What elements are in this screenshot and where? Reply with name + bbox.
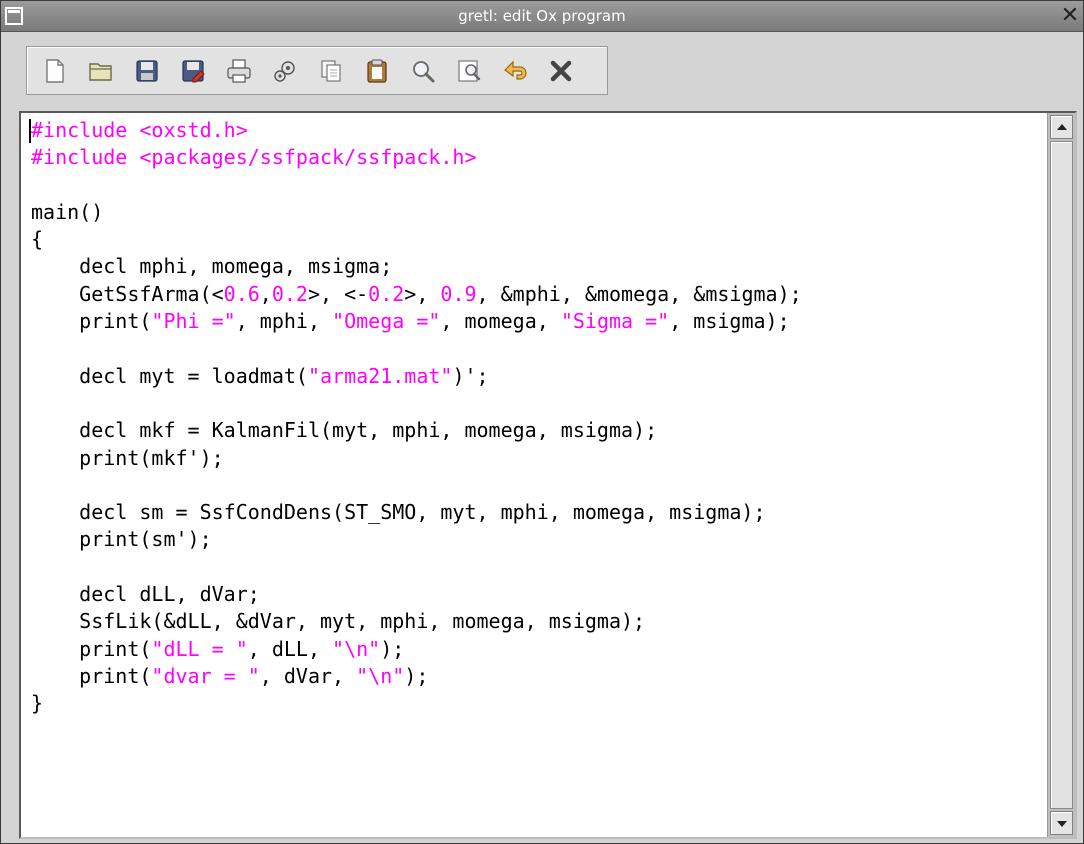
paste-button[interactable] [359,53,395,89]
preprocessor-token: #include <oxstd.h> [31,118,248,142]
string-token: "Omega =" [332,309,441,334]
new-file-icon [46,58,64,83]
code-editor[interactable]: #include <oxstd.h> #include <packages/ssf… [19,111,1077,839]
new-file-button[interactable] [37,53,73,89]
code-line: print(mkf'); [31,445,1035,472]
code-token: print(sm'); [31,527,212,552]
code-token: { [31,227,44,252]
undo-icon [504,60,527,80]
code-line: GetSsfArma(<0.6,0.2>, <-0.2>, 0.9, &mphi… [31,281,1035,308]
code-token: , dVar, [259,663,357,688]
preprocessor-token: #include <packages/ssfpack/ssfpack.h> [31,145,477,170]
code-token: , mphi, [235,309,333,334]
scroll-thumb[interactable] [1050,141,1073,809]
code-token: GetSsfArma(< [31,281,224,306]
string-token: "\n" [356,663,405,688]
code-line: { [31,226,1035,253]
run-button[interactable] [267,53,303,89]
string-token: "dLL = " [151,636,248,661]
copy-button[interactable] [313,53,349,89]
code-line: decl mphi, momega, msigma; [31,253,1035,280]
string-token: "Phi =" [151,309,236,334]
code-token: ); [380,636,405,661]
code-line: decl sm = SsfCondDens(ST_SMO, myt, mphi,… [31,499,1035,526]
code-line: print("dLL = ", dLL, "\n"); [31,636,1035,663]
code-token: print( [31,663,152,688]
string-token: 0.9 [440,281,477,306]
window-close-button[interactable]: ✕ [1059,4,1081,28]
code-line: print("dvar = ", dVar, "\n"); [31,663,1035,690]
code-token: decl sm = SsfCondDens(ST_SMO, myt, mphi,… [31,500,766,525]
code-token: decl mphi, momega, msigma; [31,254,393,279]
open-button[interactable] [83,53,119,89]
save-as-icon [182,59,205,82]
code-line: decl myt = loadmat("arma21.mat")'; [31,363,1035,390]
string-token: "arma21.mat" [307,363,453,388]
code-line: } [31,690,1035,717]
code-token: print(mkf'); [31,445,224,470]
string-token: "\n" [332,636,381,661]
code-line: decl dLL, dVar; [31,581,1035,608]
code-token: SsfLik(&dLL, &dVar, myt, mphi, momega, m… [31,609,646,634]
code-token: decl mkf = KalmanFil(myt, mphi, momega, … [31,418,658,443]
code-line: #include <packages/ssfpack/ssfpack.h> [31,144,1035,171]
scroll-down-button[interactable] [1050,811,1073,835]
code-line: print("Phi =", mphi, "Omega =", momega, … [31,308,1035,335]
code-token: print( [31,309,152,334]
replace-icon [458,59,481,82]
find-button[interactable] [405,53,441,89]
replace-button[interactable] [451,53,487,89]
undo-button[interactable] [497,53,533,89]
code-line: main() [31,199,1035,226]
title-bar[interactable]: gretl: edit Ox program ✕ [1,1,1083,32]
code-token: )'; [452,363,489,388]
code-line: SsfLik(&dLL, &dVar, myt, mphi, momega, m… [31,608,1035,635]
string-token: 0.2 [368,281,405,306]
string-token: 0.2 [271,281,308,306]
code-token: >, [404,281,441,306]
code-token: decl myt = loadmat( [31,363,308,388]
close-icon [550,60,572,81]
copy-icon [321,59,341,82]
code-token: , dLL, [247,636,333,661]
toolbar [26,46,608,95]
code-token: , [259,281,272,306]
code-text-area[interactable]: #include <oxstd.h> #include <packages/ssf… [31,117,1035,833]
paste-icon [367,59,387,83]
code-token: print( [31,636,152,661]
open-folder-icon [89,62,112,81]
save-icon [136,59,158,82]
code-token: ); [404,663,429,688]
code-token: decl dLL, dVar; [31,582,260,607]
toolbar-area [1,32,1083,104]
print-icon [227,58,251,83]
code-token: main() [31,199,104,224]
code-token: >, <- [307,281,369,306]
code-token: , momega, [440,309,561,334]
window-title: gretl: edit Ox program [458,7,626,25]
string-token: "dvar = " [151,663,260,688]
code-line: print(sm'); [31,526,1035,553]
scroll-up-button[interactable] [1050,115,1073,139]
code-line: #include <oxstd.h> [31,117,1035,144]
save-as-button[interactable] [175,53,211,89]
find-icon [413,60,435,82]
code-token: , &mphi, &momega, &msigma); [476,281,802,306]
run-icon [274,60,295,82]
editor-window: gretl: edit Ox program ✕ #include <oxstd… [0,0,1084,844]
code-line: decl mkf = KalmanFil(myt, mphi, momega, … [31,417,1035,444]
print-button[interactable] [221,53,257,89]
vertical-scrollbar[interactable] [1047,113,1075,837]
string-token: 0.6 [223,281,260,306]
save-button[interactable] [129,53,165,89]
close-button[interactable] [543,53,579,89]
code-token: , msigma); [669,309,790,334]
string-token: "Sigma =" [560,309,670,334]
code-token: } [31,691,44,716]
